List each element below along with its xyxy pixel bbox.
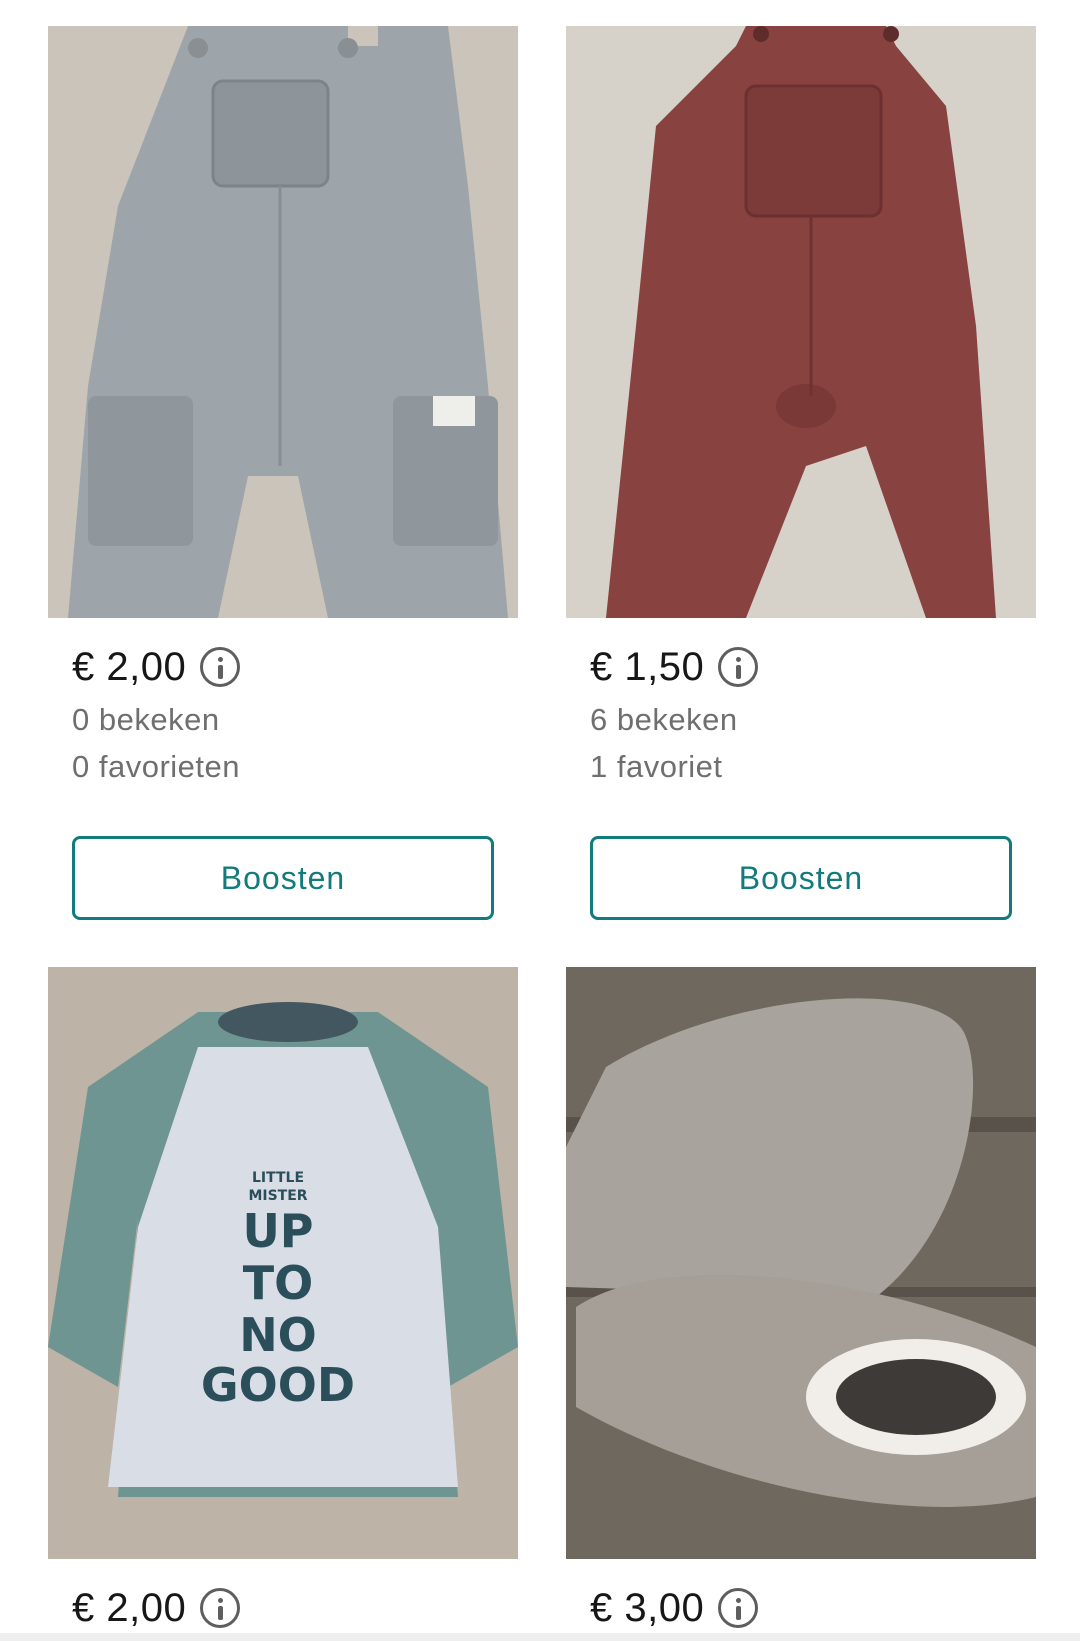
red-dungarees-image	[566, 26, 1036, 618]
shirt-print-line: UP	[242, 1204, 313, 1258]
favorite-count: 0 favorieten	[72, 749, 240, 784]
item-photo[interactable]	[566, 26, 1036, 618]
view-count: 6 bekeken	[590, 702, 738, 737]
shirt-print-line: MISTER	[248, 1188, 307, 1204]
item-price: € 3,00	[590, 1585, 705, 1630]
shirt-print-line: NO	[239, 1308, 317, 1362]
info-circle-icon[interactable]	[200, 647, 241, 687]
shirt-print-line: GOOD	[201, 1358, 355, 1412]
item-price: € 1,50	[590, 644, 705, 689]
item-photo[interactable]: LITTLE MISTER UP TO NO GOOD	[48, 967, 518, 1559]
shirt-print-line: LITTLE	[252, 1170, 304, 1186]
info-circle-icon[interactable]	[200, 1588, 241, 1628]
raglan-shirt-image: LITTLE MISTER UP TO NO GOOD	[48, 967, 518, 1559]
item-photo[interactable]	[48, 26, 518, 618]
info-circle-icon[interactable]	[718, 647, 759, 687]
info-circle-icon[interactable]	[718, 1588, 759, 1628]
shirt-print-line: TO	[243, 1256, 313, 1310]
slippers-image	[566, 967, 1036, 1559]
boost-button[interactable]: Boosten	[72, 836, 494, 920]
item-photo[interactable]	[566, 967, 1036, 1559]
item-price: € 2,00	[72, 1585, 187, 1630]
favorite-count: 1 favoriet	[590, 749, 723, 784]
grey-dungarees-image	[48, 26, 518, 618]
item-price: € 2,00	[72, 644, 187, 689]
view-count: 0 bekeken	[72, 702, 220, 737]
bottom-divider	[0, 1633, 1080, 1641]
boost-button[interactable]: Boosten	[590, 836, 1012, 920]
